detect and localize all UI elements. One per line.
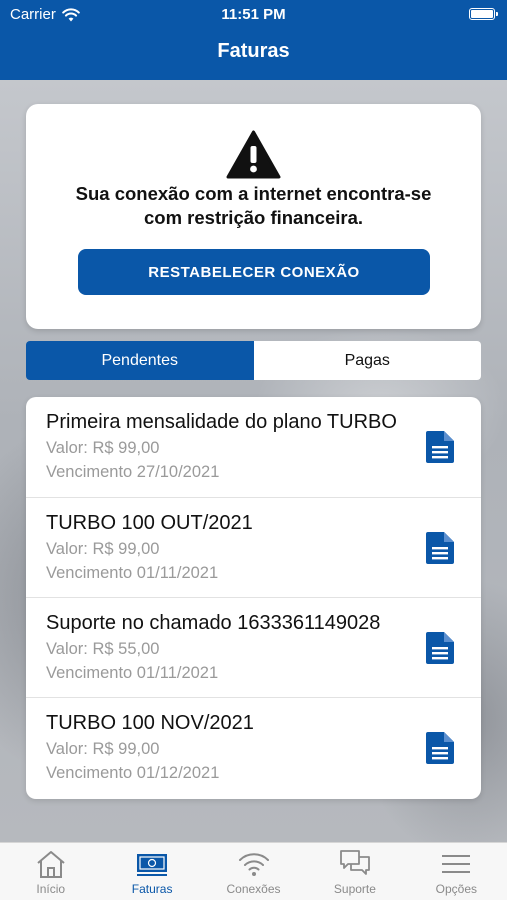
invoice-title: TURBO 100 OUT/2021	[46, 512, 253, 534]
wifi-icon	[238, 853, 269, 876]
invoice-row[interactable]: Primeira mensalidade do plano TURBO Valo…	[26, 397, 481, 497]
warning-icon	[226, 130, 281, 179]
invoice-tabs: Pendentes Pagas	[26, 341, 481, 380]
invoice-title: TURBO 100 NOV/2021	[46, 712, 254, 734]
nav-faturas[interactable]: Faturas	[101, 843, 202, 900]
alert-message-line2: com restrição financeira.	[143, 207, 363, 228]
invoice-title: Suporte no chamado 1633361149028	[46, 612, 381, 634]
invoice-row[interactable]: Suporte no chamado 1633361149028 Valor: …	[26, 597, 481, 697]
nav-label: Conexões	[226, 882, 281, 896]
home-icon	[37, 851, 65, 878]
menu-icon	[442, 855, 471, 873]
nav-opcoes[interactable]: Opções	[406, 843, 507, 900]
banknote-icon	[137, 854, 168, 876]
invoice-due-date: Vencimento 01/12/2021	[46, 764, 220, 782]
invoice-due-date: Vencimento 27/10/2021	[46, 463, 220, 481]
invoice-title: Primeira mensalidade do plano TURBO	[46, 411, 397, 433]
invoice-row[interactable]: TURBO 100 NOV/2021 Valor: R$ 99,00 Venci…	[26, 697, 481, 797]
alert-message-line1: Sua conexão com a internet encontra-se	[75, 183, 432, 204]
nav-label: Faturas	[131, 882, 173, 896]
chat-icon	[340, 850, 370, 875]
document-icon[interactable]	[426, 732, 454, 764]
page-title: Faturas	[217, 40, 290, 62]
invoice-value: Valor: R$ 55,00	[46, 640, 160, 658]
nav-label: Suporte	[333, 882, 376, 896]
invoice-value: Valor: R$ 99,00	[46, 439, 160, 457]
battery-icon	[469, 8, 498, 20]
invoice-due-date: Vencimento 01/11/2021	[46, 664, 219, 682]
invoice-value: Valor: R$ 99,00	[46, 540, 160, 558]
restore-connection-button[interactable]: RESTABELECER CONEXÃO	[78, 249, 430, 295]
tab-pendentes[interactable]: Pendentes	[26, 341, 254, 380]
nav-suporte[interactable]: Suporte	[304, 843, 405, 900]
invoice-row[interactable]: TURBO 100 OUT/2021 Valor: R$ 99,00 Venci…	[26, 497, 481, 597]
nav-inicio[interactable]: Início	[0, 843, 101, 900]
invoice-list: Primeira mensalidade do plano TURBO Valo…	[26, 397, 481, 799]
restriction-alert-card: Sua conexão com a internet encontra-se c…	[26, 104, 481, 329]
header-bar: Carrier 11:51 PM Faturas	[0, 0, 507, 80]
invoice-value: Valor: R$ 99,00	[46, 740, 160, 758]
document-icon[interactable]	[426, 532, 454, 564]
document-icon[interactable]	[426, 431, 454, 463]
nav-label: Opções	[435, 882, 477, 896]
document-icon[interactable]	[426, 632, 454, 664]
status-time: 11:51 PM	[221, 6, 286, 23]
bottom-tab-bar: Início Faturas Conexões Suporte Opções	[0, 842, 507, 900]
invoice-due-date: Vencimento 01/11/2021	[46, 564, 219, 582]
alert-message: Sua conexão com a internet encontra-se c…	[26, 182, 481, 230]
nav-label: Início	[36, 882, 66, 896]
tab-pagas[interactable]: Pagas	[253, 341, 481, 380]
nav-conexoes[interactable]: Conexões	[203, 843, 304, 900]
